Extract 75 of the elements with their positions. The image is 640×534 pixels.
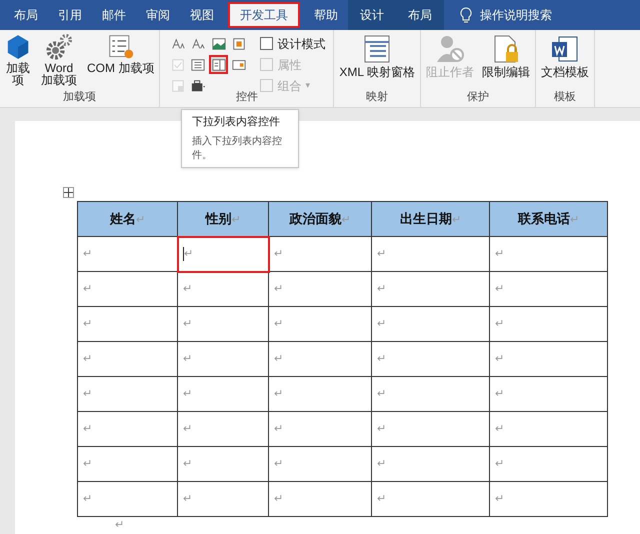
ribbon-button[interactable]: Word 加载项	[37, 34, 81, 86]
ribbon-tab[interactable]: 设计	[348, 0, 396, 30]
ribbon-button[interactable]: 设计模式	[260, 34, 326, 53]
table-cell: ↵	[268, 412, 372, 446]
table-cell: ↵	[78, 272, 178, 306]
table-cell: ↵	[490, 482, 608, 516]
group-label: 保护	[466, 91, 490, 105]
table-cell: ↵	[268, 342, 372, 376]
table-cell: ↵	[178, 446, 268, 482]
table-cell: ↵	[490, 412, 608, 446]
table-cell: ↵	[178, 342, 268, 376]
paragraph-mark: ↵	[342, 214, 350, 226]
column-header: 出生日期	[400, 211, 452, 226]
ribbon-tab[interactable]: 帮助	[304, 0, 348, 30]
table-cell: ↵	[490, 446, 608, 482]
column-header: 姓名	[110, 211, 136, 226]
table-cell: ↵	[372, 482, 490, 516]
column-header: 政治面貌	[290, 211, 342, 226]
ribbon-tab[interactable]: 审阅	[136, 0, 180, 30]
table-cell: ↵	[78, 482, 178, 516]
ribbon-button[interactable]: 加载项	[3, 34, 33, 86]
paragraph-mark: ↵	[136, 214, 145, 226]
table-cell: ↵	[78, 236, 178, 272]
table-cell: ↵	[178, 482, 268, 516]
table-cell: ↵	[490, 342, 608, 376]
table-cell: ↵	[78, 306, 178, 342]
ribbon-button[interactable]: COM 加载项	[85, 34, 156, 86]
group-label: 模板	[552, 91, 577, 105]
table-cell: ↵	[490, 236, 608, 272]
ribbon-button[interactable]: 文档模板	[538, 34, 591, 78]
table-cell: ↵	[372, 306, 490, 342]
table-cell: ↵	[268, 376, 372, 412]
ribbon-button[interactable]: XML 映射窗格	[337, 34, 417, 78]
table-cell: ↵	[372, 236, 490, 272]
ribbon-tab[interactable]: 布局	[4, 0, 48, 30]
table-cell: ↵	[490, 272, 608, 306]
search-link[interactable]: 操作说明搜索	[480, 6, 552, 24]
column-header: 性别	[206, 211, 232, 226]
ribbon-tab[interactable]: 引用	[48, 0, 92, 30]
table-cell: ↵	[490, 306, 608, 342]
table-cell: ↵	[178, 306, 268, 342]
table-cell: ↵	[268, 272, 372, 306]
paragraph-mark: ↵	[114, 518, 125, 533]
ribbon-tab[interactable]: 布局	[396, 0, 444, 30]
table-cell: ↵	[78, 412, 178, 446]
ribbon-button[interactable]: 限制编辑	[480, 34, 532, 78]
table-cell: ↵	[372, 342, 490, 376]
table-cell: ↵	[178, 272, 268, 306]
table-cell: ↵	[372, 446, 490, 482]
table-cell: ↵	[268, 236, 372, 272]
tooltip-title: 下拉列表内容控件	[192, 114, 281, 130]
table-cell: ↵	[178, 236, 268, 272]
table-cell: ↵	[78, 446, 178, 482]
table-cell: ↵	[372, 272, 490, 306]
paragraph-mark: ↵	[452, 214, 461, 226]
table-cell: ↵	[268, 446, 372, 482]
ribbon-tab[interactable]: 视图	[180, 0, 224, 30]
column-header: 联系电话	[518, 211, 570, 226]
ribbon-tab[interactable]: 开发工具	[228, 2, 300, 28]
group-label: 加载项	[62, 91, 98, 105]
table-cell: ↵	[78, 342, 178, 376]
table-cell: ↵	[178, 376, 268, 412]
table-cell: ↵	[372, 412, 490, 446]
table-cell: ↵	[372, 376, 490, 412]
table-cell: ↵	[268, 482, 372, 516]
table-cell: ↵	[490, 376, 608, 412]
table-cell: ↵	[178, 412, 268, 446]
paragraph-mark: ↵	[232, 214, 240, 226]
table-cell: ↵	[268, 306, 372, 342]
group-label: 控件	[234, 91, 259, 105]
group-label: 映射	[365, 91, 390, 105]
ribbon-tab[interactable]: 邮件	[92, 0, 136, 30]
tooltip-description: 插入下拉列表内容控件。	[192, 134, 283, 162]
table-cell: ↵	[78, 376, 178, 412]
paragraph-mark: ↵	[570, 214, 579, 226]
